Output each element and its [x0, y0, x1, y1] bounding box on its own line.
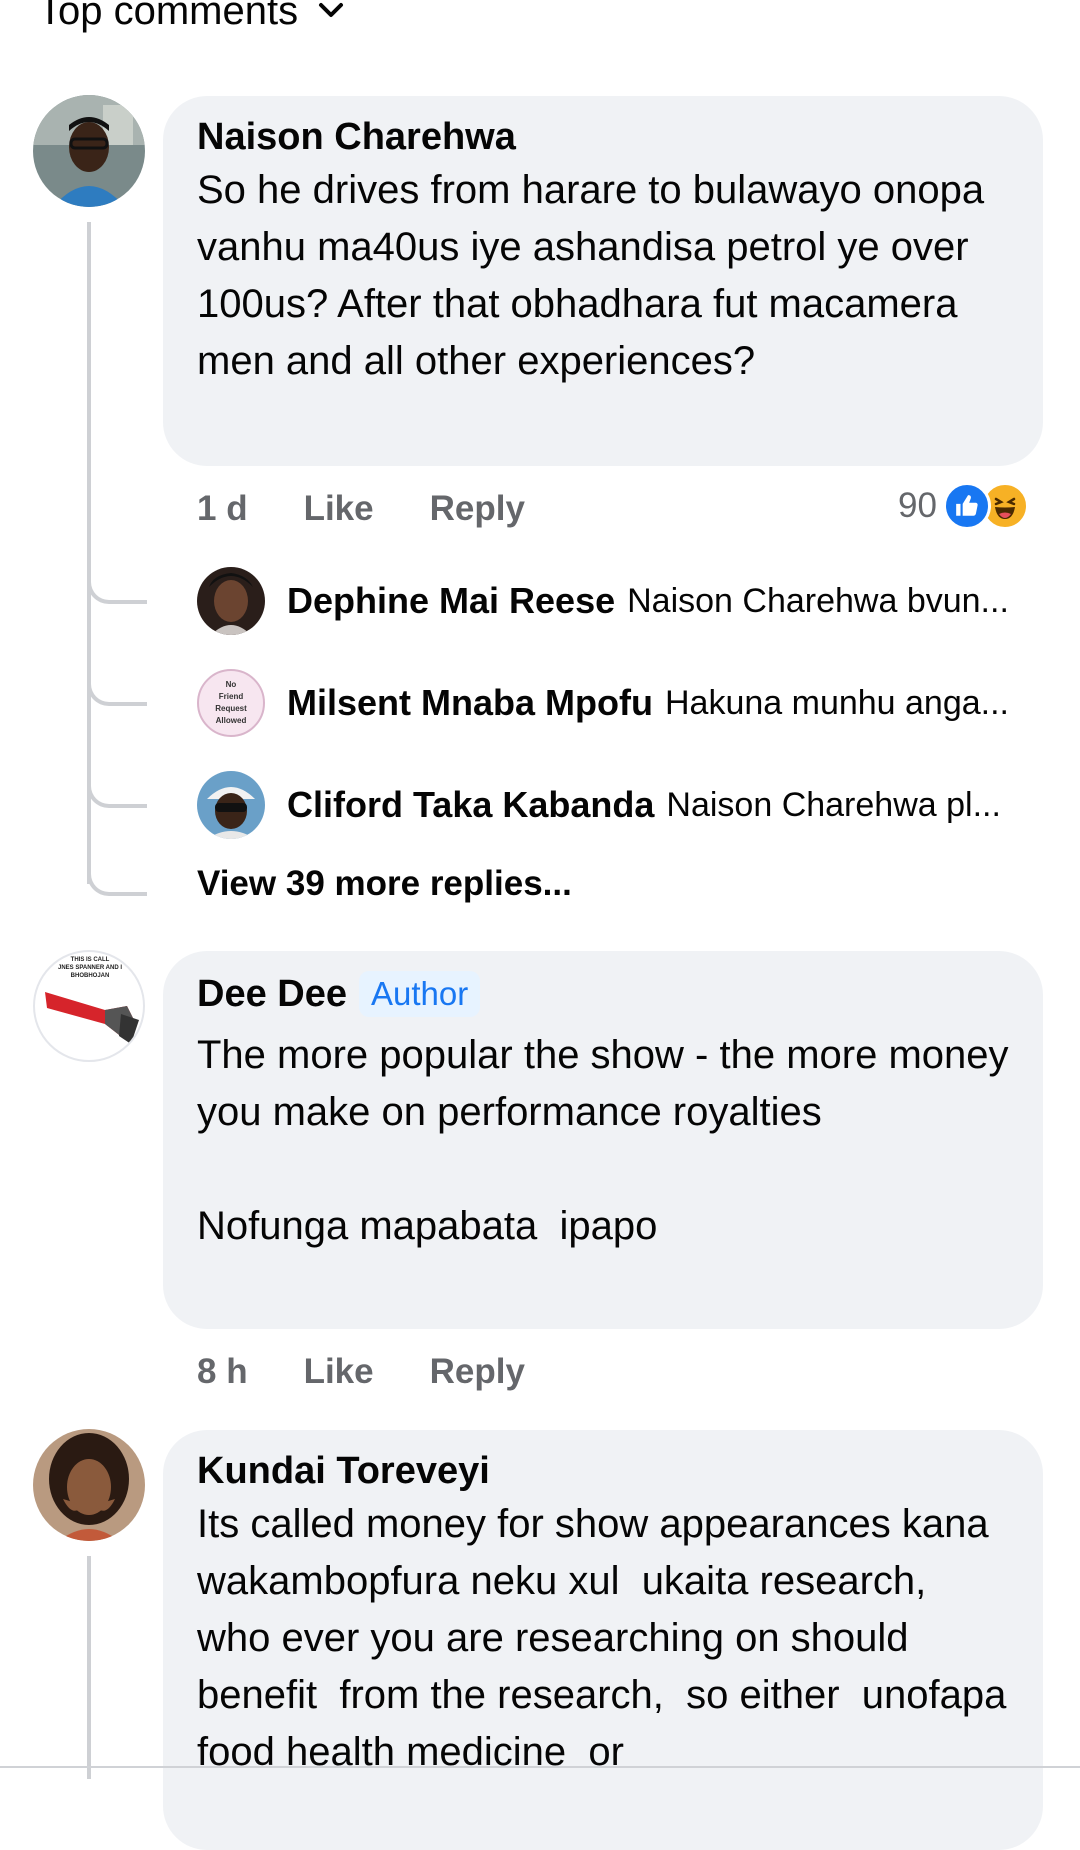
thread-branch [87, 768, 147, 808]
comment-age[interactable]: 8 h [197, 1352, 248, 1392]
reply-item[interactable]: No Friend Request Allowed Milsent Mnaba … [197, 669, 1009, 737]
reply-button[interactable]: Reply [430, 489, 525, 529]
comment-author[interactable]: Kundai Toreveyi [197, 1448, 1009, 1494]
avatar-text: BHOBHOJAN [70, 973, 110, 979]
comment-text: So he drives from harare to bulawayo ono… [197, 168, 996, 383]
comment-author[interactable]: Naison Charehwa [197, 114, 1009, 160]
avatar-text: Request [215, 704, 247, 713]
author-badge: Author [358, 971, 481, 1017]
avatar[interactable] [197, 771, 265, 839]
thread-branch [87, 564, 147, 604]
reply-item[interactable]: Dephine Mai Reese Naison Charehwa bvun..… [197, 567, 1009, 635]
sort-label: Top comments [38, 0, 299, 33]
comment-bubble[interactable]: Kundai Toreveyi Its called money for sho… [163, 1430, 1043, 1850]
comment-author[interactable]: Dee Dee [197, 971, 347, 1017]
thread-branch [87, 666, 147, 706]
comment-text: The more popular the show - the more mon… [197, 1033, 1009, 1248]
reply-button[interactable]: Reply [430, 1352, 525, 1392]
like-button[interactable]: Like [304, 1352, 374, 1392]
avatar-text: Allowed [215, 716, 247, 725]
reply-author: Dephine Mai Reese [287, 580, 616, 621]
comment-bubble[interactable]: Naison Charehwa So he drives from harare… [163, 96, 1043, 466]
comment-actions: 1 d Like Reply [197, 486, 581, 532]
avatar[interactable]: No Friend Request Allowed [197, 669, 265, 737]
comment-bubble[interactable]: Dee Dee Author The more popular the show… [163, 951, 1043, 1329]
avatar-text: No [225, 680, 237, 689]
like-button[interactable]: Like [304, 489, 374, 529]
avatar[interactable] [197, 567, 265, 635]
thread-line [87, 1556, 91, 1779]
avatar[interactable] [33, 1429, 145, 1541]
reply-snippet: Naison Charehwa pl... [666, 785, 1001, 824]
reply-snippet: Hakuna munhu anga... [664, 683, 1010, 722]
comment-actions: 8 h Like Reply [197, 1349, 581, 1395]
avatar[interactable] [33, 95, 145, 207]
avatar-text: JNES SPANNER AND I [57, 965, 122, 971]
reply-snippet: Naison Charehwa bvun... [627, 581, 1009, 620]
chevron-down-icon [318, 2, 344, 20]
like-icon [942, 482, 991, 530]
comment-sort-dropdown[interactable]: Top comments [38, 0, 344, 36]
thread-branch [87, 856, 147, 896]
reply-item[interactable]: Cliford Taka Kabanda Naison Charehwa pl.… [197, 771, 1001, 839]
comment-age[interactable]: 1 d [197, 489, 248, 529]
avatar-text: Friend [218, 692, 244, 701]
view-more-replies-link[interactable]: View 39 more replies... [197, 864, 572, 904]
divider [0, 1766, 1080, 1768]
comment-text: Its called money for show appearances ka… [197, 1502, 1018, 1774]
avatar[interactable]: THIS IS CALL JNES SPANNER AND I BHOBHOJA… [33, 950, 145, 1062]
reaction-summary[interactable]: 90 [898, 482, 1029, 530]
reaction-count: 90 [898, 486, 937, 525]
reply-author: Milsent Mnaba Mpofu [287, 682, 653, 723]
avatar-text: THIS IS CALL [70, 957, 110, 963]
reply-author: Cliford Taka Kabanda [287, 784, 655, 825]
